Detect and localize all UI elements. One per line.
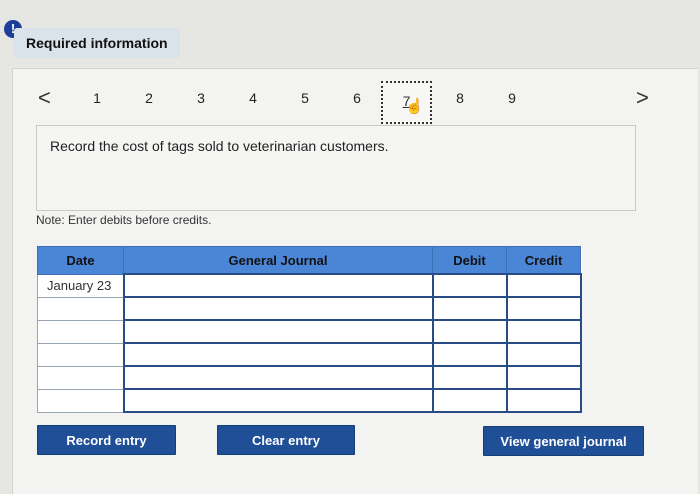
debit-header: Debit <box>432 246 507 275</box>
credit-input[interactable] <box>505 342 582 367</box>
account-input[interactable] <box>122 388 434 413</box>
prev-arrow-icon[interactable]: < <box>38 85 51 111</box>
nav-page-6[interactable]: 6 <box>347 90 367 106</box>
note-text: Note: Enter debits before credits. <box>36 213 212 227</box>
prompt-box: Record the cost of tags sold to veterina… <box>36 125 636 211</box>
table-row <box>37 319 582 344</box>
table-row <box>37 296 582 321</box>
date-cell: January 23 <box>37 273 124 298</box>
account-input[interactable] <box>122 365 434 390</box>
date-cell <box>37 388 124 413</box>
debit-input[interactable] <box>431 319 508 344</box>
record-entry-button[interactable]: Record entry <box>37 425 176 455</box>
table-row: January 23 <box>37 273 582 298</box>
hand-pointer-icon: ☝ <box>405 98 424 115</box>
credit-input[interactable] <box>505 365 582 390</box>
debit-input[interactable] <box>431 388 508 413</box>
credit-input[interactable] <box>505 273 582 298</box>
nav-page-8[interactable]: 8 <box>450 90 470 106</box>
account-input[interactable] <box>122 296 434 321</box>
date-cell <box>37 319 124 344</box>
required-information-label: Required information <box>26 35 168 51</box>
debit-input[interactable] <box>431 273 508 298</box>
next-arrow-icon[interactable]: > <box>636 85 649 111</box>
nav-page-1[interactable]: 1 <box>87 90 107 106</box>
table-row <box>37 342 582 367</box>
table-row <box>37 388 582 413</box>
date-cell <box>37 365 124 390</box>
clear-entry-button[interactable]: Clear entry <box>217 425 355 455</box>
credit-input[interactable] <box>505 296 582 321</box>
journal-header-row: Date General Journal Debit Credit <box>37 246 581 275</box>
debit-input[interactable] <box>431 342 508 367</box>
credit-header: Credit <box>506 246 581 275</box>
debit-input[interactable] <box>431 365 508 390</box>
debit-input[interactable] <box>431 296 508 321</box>
journal-table: Date General Journal Debit Credit Januar… <box>37 246 582 413</box>
nav-page-2[interactable]: 2 <box>139 90 159 106</box>
nav-page-current[interactable]: 7 ☝ <box>381 81 432 124</box>
general-journal-header: General Journal <box>123 246 433 275</box>
nav-page-5[interactable]: 5 <box>295 90 315 106</box>
account-input[interactable] <box>122 273 434 298</box>
date-cell <box>37 342 124 367</box>
nav-page-9[interactable]: 9 <box>502 90 522 106</box>
view-general-journal-button[interactable]: View general journal <box>483 426 644 456</box>
credit-input[interactable] <box>505 388 582 413</box>
account-input[interactable] <box>122 319 434 344</box>
nav-page-3[interactable]: 3 <box>191 90 211 106</box>
table-row <box>37 365 582 390</box>
nav-page-4[interactable]: 4 <box>243 90 263 106</box>
prompt-text: Record the cost of tags sold to veterina… <box>50 138 389 154</box>
account-input[interactable] <box>122 342 434 367</box>
date-cell <box>37 296 124 321</box>
date-header: Date <box>37 246 124 275</box>
credit-input[interactable] <box>505 319 582 344</box>
